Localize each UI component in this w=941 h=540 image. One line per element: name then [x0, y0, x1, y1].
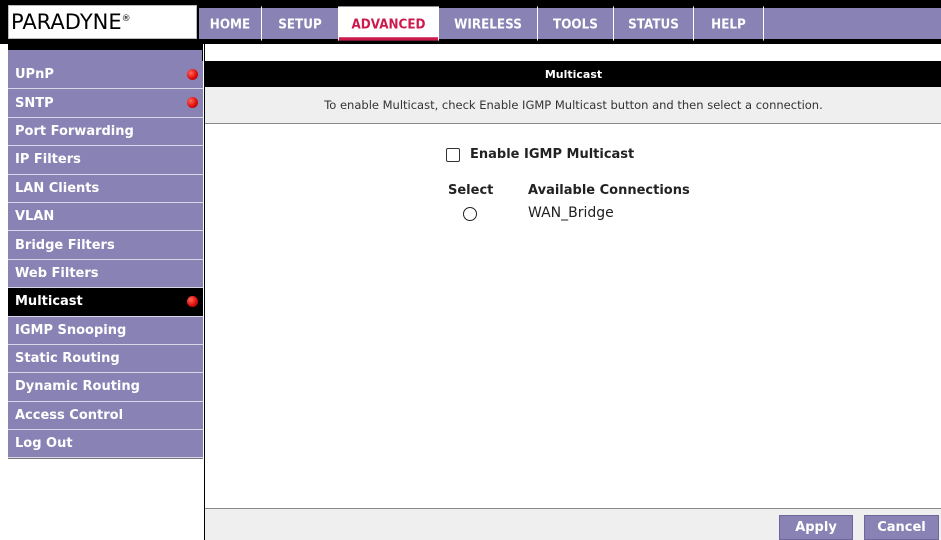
sidebar-item-label: LAN Clients	[15, 180, 100, 196]
connection-name: WAN_Bridge	[528, 205, 614, 221]
page-description: To enable Multicast, check Enable IGMP M…	[205, 87, 941, 124]
sidebar-item-label: Log Out	[15, 436, 73, 452]
sidebar-menu: UPnP SNTP Port Forwarding IP Filters LAN…	[8, 61, 203, 459]
alert-dot-icon	[187, 97, 198, 109]
tab-tools[interactable]: TOOLS	[538, 6, 614, 41]
spacer	[205, 44, 941, 61]
tab-advanced[interactable]: ADVANCED	[339, 6, 439, 41]
sidebar-item-label: Web Filters	[15, 265, 99, 281]
brand-logo: PARADYNE®	[8, 5, 197, 39]
tab-wireless[interactable]: WIRELESS	[439, 6, 538, 41]
tab-status[interactable]: STATUS	[614, 6, 694, 41]
sidebar-item-label: Access Control	[15, 407, 124, 423]
sidebar-top-bar	[8, 44, 203, 50]
top-bar: PARADYNE® HOME SETUP ADVANCED WIRELESS T…	[0, 0, 941, 44]
sidebar-item-label: VLAN	[15, 209, 55, 225]
tab-setup[interactable]: SETUP	[262, 6, 339, 41]
logo-text: PARADYNE®	[11, 10, 131, 34]
sidebar-item-label: SNTP	[15, 95, 54, 111]
select-column-header: Select	[448, 183, 494, 198]
alert-dot-icon	[187, 296, 198, 308]
nav-filler	[764, 8, 941, 39]
main-content: Multicast To enable Multicast, check Ena…	[204, 44, 941, 540]
sidebar-item-label: Multicast	[15, 294, 83, 310]
sidebar-item-bridge-filters[interactable]: Bridge Filters	[8, 231, 203, 260]
sidebar-item-igmp-snooping[interactable]: IGMP Snooping	[8, 316, 203, 345]
sidebar-item-label: Static Routing	[15, 351, 120, 367]
sidebar-item-label: Bridge Filters	[15, 237, 115, 253]
sidebar-item-dynamic-routing[interactable]: Dynamic Routing	[8, 373, 203, 402]
sidebar: UPnP SNTP Port Forwarding IP Filters LAN…	[0, 44, 203, 540]
sidebar-item-label: Port Forwarding	[15, 123, 134, 139]
enable-igmp-row: Enable IGMP Multicast	[446, 147, 634, 162]
connection-radio[interactable]	[463, 207, 477, 221]
apply-button[interactable]: Apply	[779, 515, 853, 540]
enable-igmp-checkbox[interactable]	[446, 147, 460, 162]
sidebar-item-multicast[interactable]: Multicast	[8, 288, 203, 317]
sidebar-item-ip-filters[interactable]: IP Filters	[8, 146, 203, 175]
main-nav: HOME SETUP ADVANCED WIRELESS TOOLS STATU…	[199, 6, 941, 41]
sidebar-item-lan-clients[interactable]: LAN Clients	[8, 174, 203, 203]
connections-column-header: Available Connections	[528, 183, 690, 198]
cancel-button[interactable]: Cancel	[864, 515, 939, 540]
sidebar-item-label: IGMP Snooping	[15, 322, 127, 338]
enable-igmp-label: Enable IGMP Multicast	[470, 147, 635, 162]
sidebar-item-vlan[interactable]: VLAN	[8, 202, 203, 232]
sidebar-item-upnp[interactable]: UPnP	[8, 61, 203, 90]
page-title: Multicast	[205, 61, 941, 87]
sidebar-item-access-control[interactable]: Access Control	[8, 401, 203, 431]
tab-help[interactable]: HELP	[694, 6, 764, 41]
sidebar-item-sntp[interactable]: SNTP	[8, 89, 203, 118]
alert-dot-icon	[187, 69, 198, 80]
tab-home[interactable]: HOME	[199, 6, 262, 41]
divider	[8, 458, 203, 459]
sidebar-item-label: IP Filters	[15, 152, 81, 168]
sidebar-item-label: UPnP	[15, 67, 54, 83]
description-text: To enable Multicast, check Enable IGMP M…	[324, 98, 823, 112]
sidebar-item-log-out[interactable]: Log Out	[8, 430, 203, 459]
sidebar-item-web-filters[interactable]: Web Filters	[8, 259, 203, 289]
sidebar-item-port-forwarding[interactable]: Port Forwarding	[8, 117, 203, 147]
sidebar-item-static-routing[interactable]: Static Routing	[8, 344, 203, 374]
sidebar-item-label: Dynamic Routing	[15, 379, 140, 395]
